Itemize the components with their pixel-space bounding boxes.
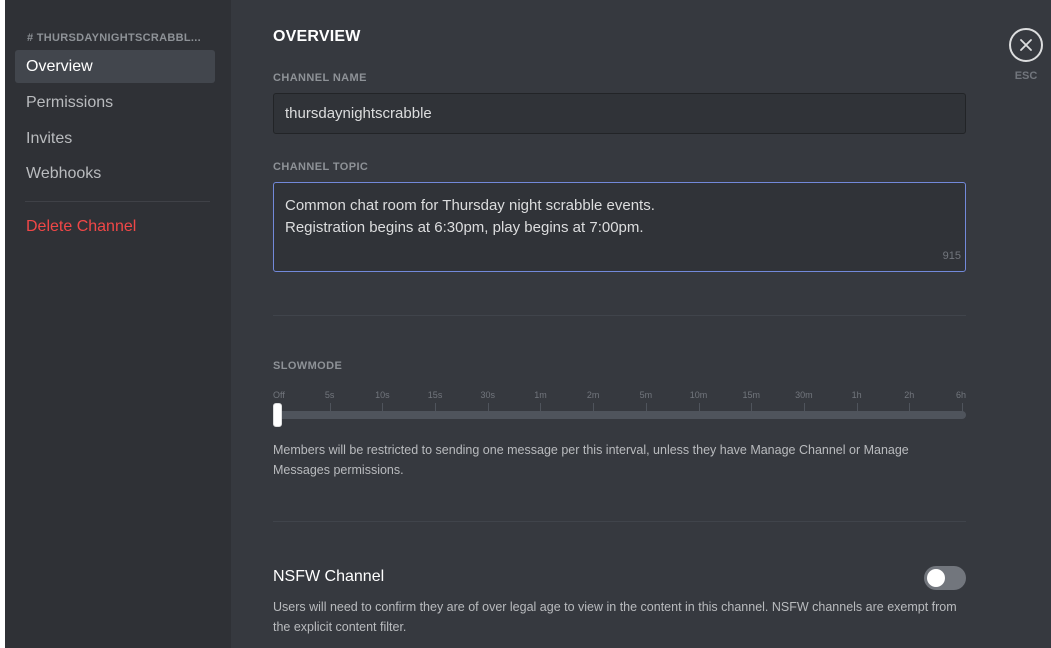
esc-label: ESC	[1014, 70, 1038, 82]
channel-name-header: # THURSDAYNIGHTSCRABBL...	[27, 32, 201, 44]
slowmode-tick-label: 15s	[427, 390, 443, 400]
slowmode-label: SLOWMODE	[273, 360, 343, 372]
slowmode-tick-label: 15m	[742, 390, 760, 400]
slowmode-tick-label: 2h	[904, 390, 915, 400]
slowmode-tick-label: 5s	[324, 390, 335, 400]
channel-name-input[interactable]	[273, 93, 966, 134]
channel-topic-label: CHANNEL TOPIC	[273, 161, 369, 173]
close-control: ESC	[1008, 28, 1044, 82]
sidebar-item-overview[interactable]: Overview	[15, 50, 215, 83]
slowmode-tick-row: Off 5s 10s 15s 30s 1m 2m 5m 10m 15m 30m 1h 2h 6h	[273, 390, 966, 430]
topic-char-count: 915	[942, 250, 961, 262]
slowmode-tick-label: 10m	[689, 390, 708, 400]
delete-channel-button[interactable]: Delete Channel	[15, 210, 215, 243]
slowmode-tick-label: Off	[273, 390, 285, 400]
nsfw-help-text: Users will need to confirm they are of o…	[273, 600, 957, 634]
slowmode-slider-track[interactable]	[273, 411, 966, 419]
slowmode-help-text: Members will be restricted to sending on…	[273, 443, 909, 477]
sidebar-divider	[25, 201, 210, 202]
slowmode-tick-label: 30m	[795, 390, 813, 400]
channel-topic-input[interactable]: Common chat room for Thursday night scra…	[273, 182, 966, 272]
slowmode-tick-label: 6h	[955, 390, 966, 400]
settings-content: OVERVIEW CHANNEL NAME CHANNEL TOPIC Comm…	[231, 0, 1051, 648]
sidebar-item-permissions[interactable]: Permissions	[15, 86, 215, 119]
slowmode-slider-handle[interactable]	[273, 403, 282, 427]
close-button[interactable]	[1009, 28, 1043, 62]
settings-sidebar: # THURSDAYNIGHTSCRABBL... Overview Permi…	[5, 0, 231, 648]
slowmode-tick-label: 1m	[534, 390, 547, 400]
slowmode-tick-label: 30s	[480, 390, 496, 400]
sidebar-item-invites[interactable]: Invites	[15, 122, 215, 155]
slowmode-tick-label: 2m	[586, 390, 600, 400]
page-title: OVERVIEW	[273, 28, 361, 45]
sidebar-item-webhooks[interactable]: Webhooks	[15, 157, 215, 190]
nsfw-toggle[interactable]	[924, 566, 966, 590]
slowmode-tick-label: 10s	[375, 390, 390, 400]
section-divider	[273, 315, 966, 316]
section-divider	[273, 521, 966, 522]
channel-name-label: CHANNEL NAME	[273, 72, 367, 84]
nsfw-title: NSFW Channel	[273, 568, 385, 585]
slowmode-tick-label: 5m	[639, 390, 653, 400]
nsfw-toggle-knob	[927, 569, 945, 587]
slowmode-tick-label: 1h	[851, 390, 862, 400]
